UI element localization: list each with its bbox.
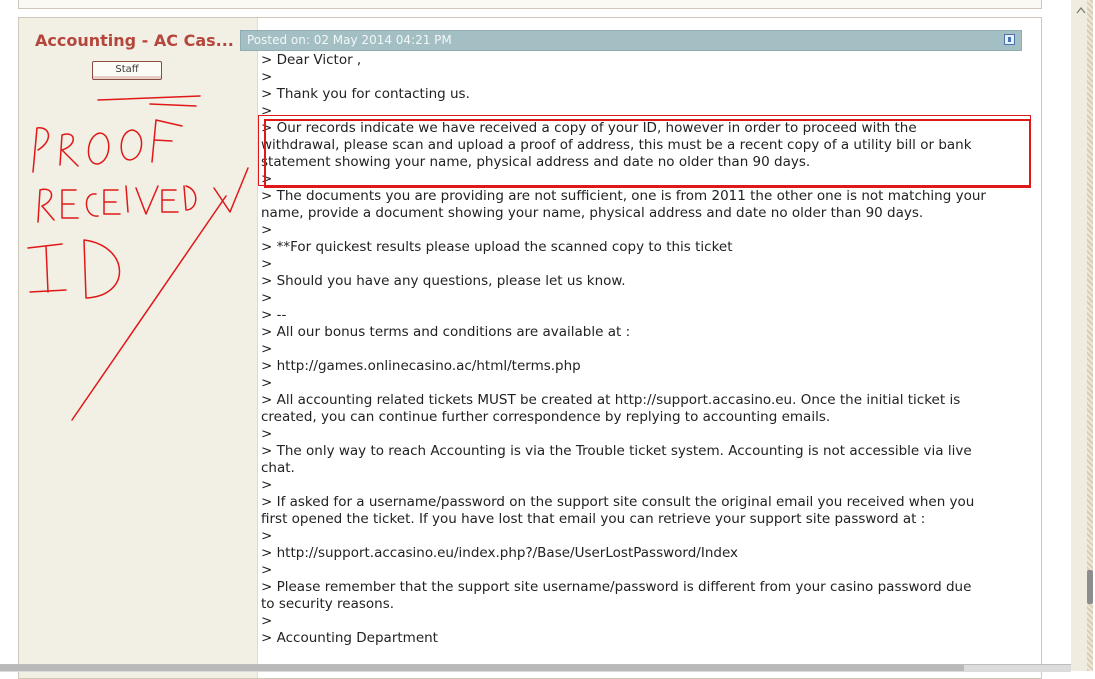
previous-post-frame [18, 0, 1042, 9]
message-line: > [261, 222, 273, 238]
message-line: > The only way to reach Accounting is vi… [261, 443, 972, 459]
message-line: > [261, 528, 273, 544]
message-line: to security reasons. [261, 596, 395, 612]
staff-badge: Staff [92, 61, 162, 80]
message-line: > [261, 562, 273, 578]
message-line: name, provide a document showing your na… [261, 205, 924, 221]
message-line: > Should you have any questions, please … [261, 273, 626, 289]
message-line: > Thank you for contacting us. [261, 86, 470, 102]
message-line: > -- [261, 307, 287, 323]
message-line: > [261, 256, 273, 272]
message-line: first opened the ticket. If you have los… [261, 511, 926, 527]
vertical-scrollbar-thumb[interactable] [1087, 570, 1093, 604]
message-line: > [261, 375, 273, 391]
message-line: > http://games.onlinecasino.ac/html/term… [261, 358, 581, 374]
horizontal-scrollbar-thumb[interactable] [0, 665, 964, 671]
message-line: > http://support.accasino.eu/index.php?/… [261, 545, 739, 561]
message-line: > [261, 613, 273, 629]
message-line: > [261, 426, 273, 442]
author-name[interactable]: Accounting - AC Cas... [35, 31, 235, 50]
message-line: > All accounting related tickets MUST be… [261, 392, 961, 408]
message-line: created, you can continue further corres… [261, 409, 831, 425]
message-line: > Please remember that the support site … [261, 579, 972, 595]
message-line: > **For quickest results please upload t… [261, 239, 733, 255]
message-line: > [261, 341, 273, 357]
message-line: > Accounting Department [261, 630, 438, 646]
report-icon[interactable] [1004, 34, 1015, 45]
message-line: > The documents you are providing are no… [261, 188, 986, 204]
message-line: > If asked for a username/password on th… [261, 494, 975, 510]
message-line: > Dear Victor , [261, 52, 362, 68]
message-line: > [261, 477, 273, 493]
post-date: Posted on: 02 May 2014 04:21 PM [247, 33, 452, 47]
message-line: > All our bonus terms and conditions are… [261, 324, 631, 340]
message-line: > [261, 290, 273, 306]
highlight-box [264, 119, 1031, 188]
post-header-bar: Posted on: 02 May 2014 04:21 PM [240, 30, 1022, 51]
post-author-sidebar: Accounting - AC Cas... Staff [19, 18, 258, 678]
message-line: > [261, 69, 273, 85]
scroll-up-icon[interactable] [1076, 6, 1086, 16]
message-line: chat. [261, 460, 295, 476]
